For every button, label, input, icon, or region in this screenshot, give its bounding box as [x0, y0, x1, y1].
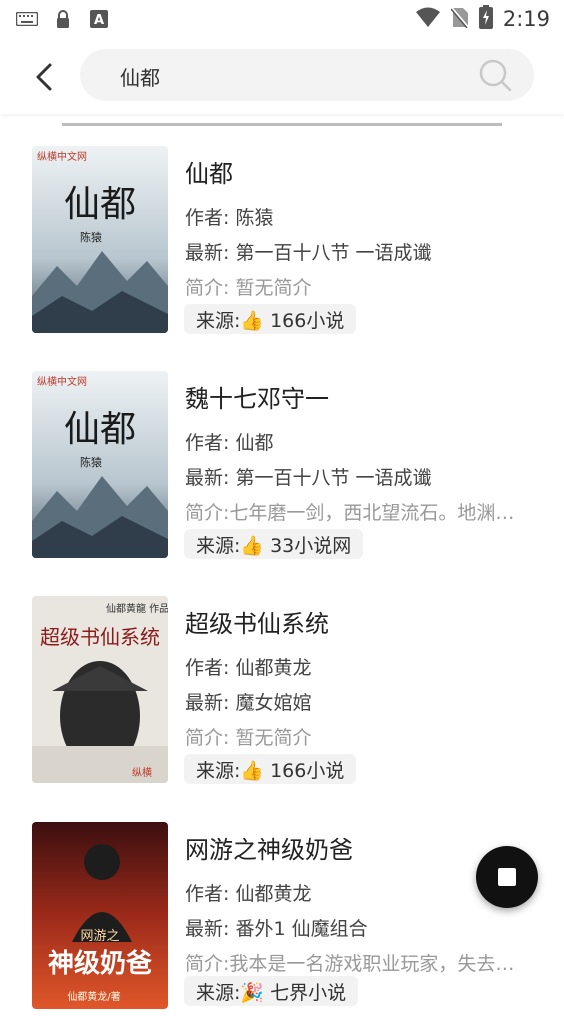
cover-title: 仙都	[64, 409, 136, 450]
book-latest-chapter: 最新: 魔女婠婠	[185, 692, 312, 714]
book-intro: 简介:七年磨一剑，西北望流石。地渊…	[185, 502, 515, 524]
wifi-icon	[415, 6, 441, 32]
list-item[interactable]: 仙都黄龍 作品 超级书仙系统 纵横 超级书仙系统 作者: 仙都黄龙 最新: 魔女…	[0, 590, 564, 790]
back-button[interactable]	[24, 57, 64, 97]
cover-author: 仙都黄龙/著	[67, 990, 120, 1003]
lock-icon	[52, 9, 74, 29]
book-title: 网游之神级奶爸	[185, 836, 353, 864]
chevron-left-icon	[36, 63, 52, 91]
book-intro: 简介: 暂无简介	[185, 277, 312, 299]
cover-author: 陈猿	[80, 230, 102, 244]
book-cover: 仙都黄龍 作品 超级书仙系统 纵横	[32, 596, 168, 783]
no-sim-icon	[450, 6, 469, 32]
scroll-indicator	[62, 123, 502, 126]
cover-publisher: 纵横中文网	[37, 375, 87, 388]
book-author: 作者: 仙都黄龙	[185, 657, 312, 679]
status-bar: A 2:19	[0, 0, 564, 38]
book-source-badge: 来源:👍 33小说网	[184, 529, 364, 559]
book-author: 作者: 仙都黄龙	[185, 883, 312, 905]
book-source-badge: 来源:👍 166小说	[184, 754, 357, 784]
status-time: 2:19	[502, 7, 550, 31]
cover-publisher: 仙都黄龍 作品	[106, 602, 168, 615]
svg-text:A: A	[94, 13, 104, 28]
keyboard-icon	[16, 9, 38, 29]
book-author: 作者: 陈猿	[185, 207, 274, 229]
battery-charging-icon	[478, 5, 493, 33]
stop-icon	[498, 868, 516, 886]
list-item[interactable]: 纵横中文网 仙都 陈猿 魏十七邓守一 作者: 仙都 最新: 第一百十八节 一语成…	[0, 365, 564, 565]
book-cover: 纵横中文网 仙都 陈猿	[32, 371, 168, 558]
book-title: 魏十七邓守一	[185, 385, 329, 413]
cover-title: 仙都	[64, 184, 136, 225]
book-intro: 简介:我本是一名游戏职业玩家，失去…	[185, 953, 515, 975]
cover-author: 纵横	[132, 766, 152, 779]
cover-subtitle: 网游之	[80, 929, 119, 944]
book-cover: 纵横中文网 仙都 陈猿	[32, 146, 168, 333]
book-source-badge: 来源:👍 166小说	[184, 304, 357, 334]
search-query-text: 仙都	[120, 66, 160, 90]
search-icon[interactable]	[478, 58, 512, 92]
cover-title: 超级书仙系统	[40, 625, 160, 649]
book-title: 超级书仙系统	[185, 610, 329, 638]
book-cover: 网游之 神级奶爸 仙都黄龙/著	[32, 822, 168, 1009]
book-latest-chapter: 最新: 番外1 仙魔组合	[185, 918, 368, 940]
stop-search-button[interactable]	[476, 846, 538, 908]
list-item[interactable]: 纵横中文网 仙都 陈猿 仙都 作者: 陈猿 最新: 第一百十八节 一语成谶 简介…	[0, 140, 564, 340]
book-intro: 简介: 暂无简介	[185, 727, 312, 749]
book-latest-chapter: 最新: 第一百十八节 一语成谶	[185, 242, 432, 264]
cover-title: 神级奶爸	[48, 948, 152, 979]
cover-author: 陈猿	[80, 455, 102, 469]
list-item[interactable]: 网游之 神级奶爸 仙都黄龙/著 网游之神级奶爸 作者: 仙都黄龙 最新: 番外1…	[0, 816, 564, 1016]
search-input[interactable]: 仙都	[80, 49, 534, 101]
font-icon: A	[88, 9, 110, 29]
cover-publisher: 纵横中文网	[37, 150, 87, 163]
search-header: 仙都	[0, 38, 564, 114]
book-latest-chapter: 最新: 第一百十八节 一语成谶	[185, 467, 432, 489]
book-author: 作者: 仙都	[185, 432, 274, 454]
book-title: 仙都	[185, 160, 233, 188]
